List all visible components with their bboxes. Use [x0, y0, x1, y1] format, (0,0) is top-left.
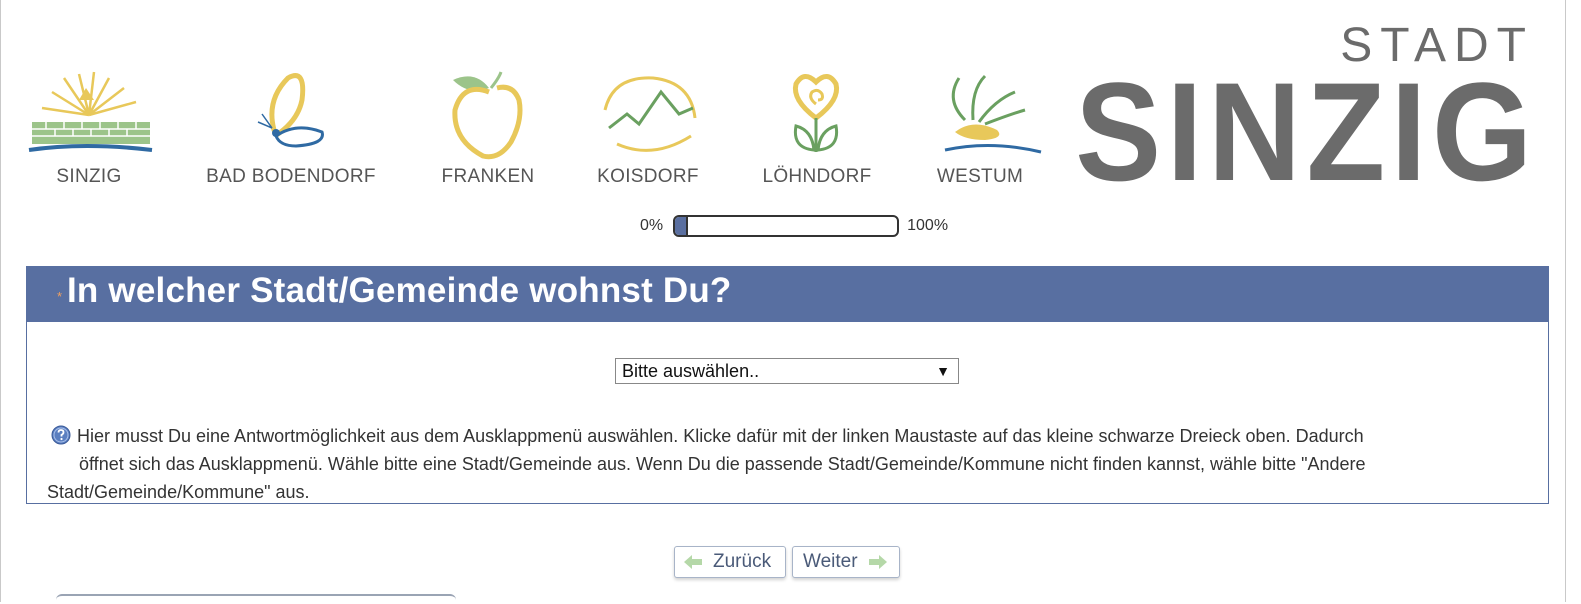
scrollbar-hint: [56, 594, 456, 604]
village-label: FRANKEN: [441, 166, 535, 187]
back-button[interactable]: Zurück: [674, 546, 786, 578]
question-title: In welcher Stadt/Gemeinde wohnst Du?: [67, 271, 732, 310]
help-line-2: öffnet sich das Ausklappmenü. Wähle bitt…: [79, 454, 1366, 474]
village-franken: FRANKEN: [403, 70, 573, 190]
butterfly-icon: [206, 70, 376, 160]
village-loehndorf: LÖHNDORF: [732, 70, 902, 190]
progress-fill: [675, 217, 689, 235]
progress-max-label: 100%: [907, 217, 949, 234]
city-logo: STADT SINZIG: [1076, 18, 1534, 202]
plant-icon: [895, 70, 1065, 160]
heart-flower-icon: [732, 70, 902, 160]
progress-min-label: 0%: [640, 217, 664, 234]
village-bad-bodendorf: BAD BODENDORF: [206, 70, 376, 190]
next-button-label: Weiter: [803, 551, 858, 572]
village-koisdorf: KOISDORF: [563, 70, 733, 190]
logo-sinzig-text: SINZIG: [1075, 53, 1538, 210]
mountain-icon: [563, 70, 733, 160]
village-label: SINZIG: [56, 166, 122, 187]
help-line-1: Hier musst Du eine Antwortmöglichkeit au…: [77, 426, 1364, 446]
question-card: * In welcher Stadt/Gemeinde wohnst Du? B…: [26, 266, 1549, 504]
apple-icon: [403, 70, 573, 160]
progress-track: [673, 215, 900, 237]
village-label: KOISDORF: [597, 166, 699, 187]
city-select[interactable]: Bitte auswählen.. ▼: [615, 358, 959, 384]
village-label: LÖHNDORF: [762, 166, 872, 187]
help-line-3: Stadt/Gemeinde/Kommune" aus.: [47, 482, 310, 502]
progress-indicator: 0% 100%: [640, 214, 948, 238]
help-text: Hier musst Du eine Antwortmöglichkeit au…: [47, 422, 1527, 506]
arrow-left-icon: [683, 554, 703, 570]
question-header: * In welcher Stadt/Gemeinde wohnst Du?: [27, 267, 1548, 322]
help-icon: [51, 425, 71, 445]
village-label: BAD BODENDORF: [206, 166, 376, 187]
village-label: WESTUM: [936, 166, 1024, 187]
header-banner: SINZIG BAD BODENDORF FRANKEN KOISDORF LÖ…: [0, 0, 1566, 202]
village-sinzig: SINZIG: [4, 70, 174, 190]
village-westum: WESTUM: [895, 70, 1065, 190]
next-button[interactable]: Weiter: [792, 546, 900, 578]
select-value: Bitte auswählen..: [622, 361, 760, 381]
back-button-label: Zurück: [713, 551, 772, 572]
sinzig-wall-sun-icon: [4, 70, 174, 160]
required-mark: *: [57, 289, 63, 304]
dropdown-arrow-icon[interactable]: ▼: [936, 359, 950, 383]
arrow-right-icon: [868, 554, 888, 570]
